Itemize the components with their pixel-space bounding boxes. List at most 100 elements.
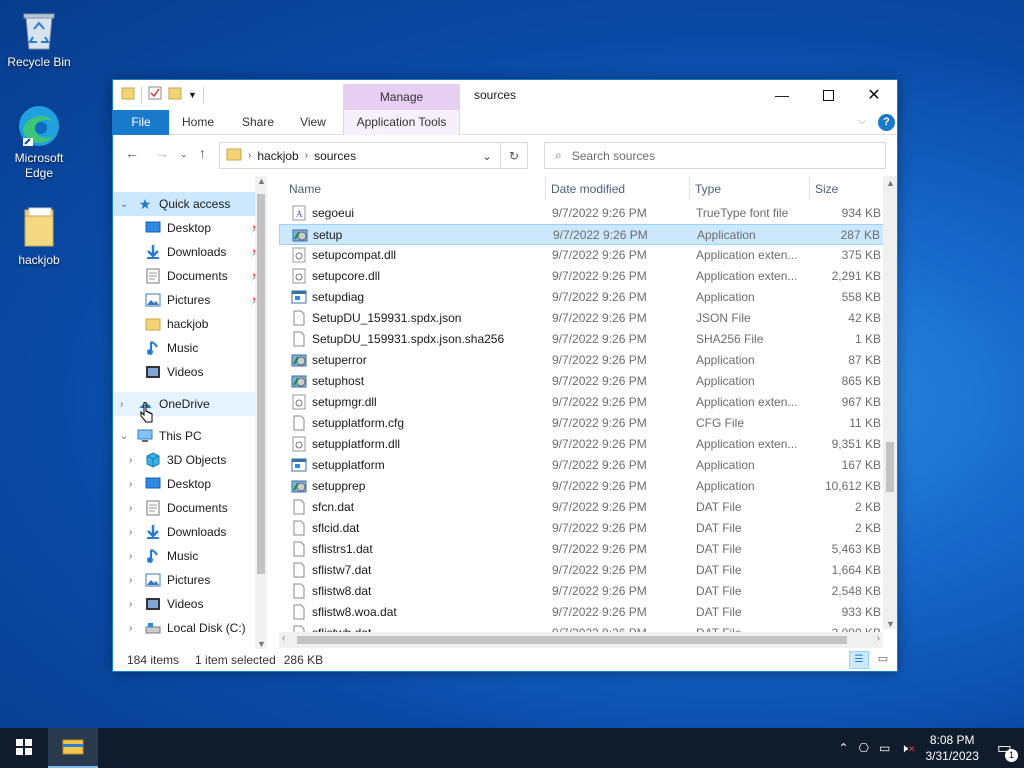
notifications-button[interactable]: ▭ 1 — [997, 738, 1018, 762]
minimize-button[interactable]: — — [759, 80, 805, 110]
start-button[interactable] — [0, 728, 48, 768]
column-separator[interactable] — [689, 176, 690, 200]
chevron-right-icon[interactable]: › — [129, 575, 132, 586]
nav-pc-item[interactable]: › Downloads — [113, 520, 267, 544]
file-row[interactable]: setupmgr.dll 9/7/2022 9:26 PM Applicatio… — [279, 392, 887, 413]
chevron-right-icon[interactable]: › — [129, 623, 132, 634]
file-row[interactable]: setupdiag 9/7/2022 9:26 PM Application 5… — [279, 287, 887, 308]
nav-quick-item[interactable]: Desktop📌 — [113, 216, 267, 240]
search-input[interactable]: ⌕ Search sources — [544, 142, 886, 169]
column-separator[interactable] — [545, 176, 546, 200]
show-hidden-icons-icon[interactable]: ⌃ — [838, 741, 848, 755]
scrollbar-thumb[interactable] — [297, 636, 847, 644]
desktop-icon-recycle-bin[interactable]: Recycle Bin — [4, 8, 74, 70]
file-row[interactable]: setuperror 9/7/2022 9:26 PM Application … — [279, 350, 887, 371]
scroll-up-icon[interactable]: ▲ — [886, 178, 895, 188]
file-list[interactable]: Name ⌃ Date modified Type Size A segoeui… — [279, 176, 897, 649]
nav-quick-access[interactable]: ⌄ ★ Quick access — [113, 192, 267, 216]
file-row[interactable]: setupcore.dll 9/7/2022 9:26 PM Applicati… — [279, 266, 887, 287]
nav-quick-item[interactable]: hackjob — [113, 312, 267, 336]
forward-button[interactable]: → — [155, 145, 169, 161]
file-row[interactable]: setupprep 9/7/2022 9:26 PM Application 1… — [279, 476, 887, 497]
file-row[interactable]: sflistrs1.dat 9/7/2022 9:26 PM DAT File … — [279, 539, 887, 560]
customize-qat-icon[interactable]: ▼ — [188, 90, 197, 100]
file-row[interactable]: sfcn.dat 9/7/2022 9:26 PM DAT File 2 KB — [279, 497, 887, 518]
file-row[interactable]: sflistw7.dat 9/7/2022 9:26 PM DAT File 1… — [279, 560, 887, 581]
breadcrumb-sources[interactable]: sources — [314, 149, 356, 163]
close-button[interactable]: ✕ — [851, 80, 897, 110]
file-row[interactable]: sflcid.dat 9/7/2022 9:26 PM DAT File 2 K… — [279, 518, 887, 539]
nav-pc-item[interactable]: › Music — [113, 544, 267, 568]
new-folder-icon[interactable] — [168, 86, 182, 103]
column-type[interactable]: Type — [695, 182, 721, 196]
properties-icon[interactable] — [148, 86, 162, 103]
desktop-icon-edge[interactable]: Microsoft Edge — [4, 104, 74, 181]
file-row[interactable]: A segoeui 9/7/2022 9:26 PM TrueType font… — [279, 203, 887, 224]
nav-quick-item[interactable]: Music — [113, 336, 267, 360]
nav-onedrive[interactable]: › ☁ OneDrive — [113, 392, 267, 416]
scroll-left-icon[interactable]: ‹ — [282, 633, 285, 644]
nav-quick-item[interactable]: Videos — [113, 360, 267, 384]
scroll-up-icon[interactable]: ▲ — [257, 176, 266, 186]
back-button[interactable]: ← — [125, 145, 139, 161]
nav-quick-item[interactable]: Downloads📌 — [113, 240, 267, 264]
nav-quick-item[interactable]: Documents📌 — [113, 264, 267, 288]
column-date-modified[interactable]: Date modified — [551, 182, 625, 196]
up-button[interactable]: ↑ — [199, 145, 206, 161]
nav-pc-item[interactable]: › Local Disk (C:) — [113, 616, 267, 640]
file-row[interactable]: sflistw8.woa.dat 9/7/2022 9:26 PM DAT Fi… — [279, 602, 887, 623]
tab-file[interactable]: File — [113, 110, 169, 135]
file-row[interactable]: setuphost 9/7/2022 9:26 PM Application 8… — [279, 371, 887, 392]
file-list-scrollbar[interactable]: ▲ ▼ — [883, 176, 897, 629]
refresh-button[interactable]: ↻ — [501, 142, 528, 169]
breadcrumb-separator[interactable]: › — [248, 150, 251, 161]
expand-ribbon-icon[interactable]: ⌵ — [858, 115, 866, 128]
column-separator[interactable] — [809, 176, 810, 200]
network-icon[interactable]: ▭ — [879, 741, 890, 755]
scrollbar-thumb[interactable] — [257, 194, 265, 574]
column-name[interactable]: Name — [289, 182, 321, 196]
nav-pc-item[interactable]: › Documents — [113, 496, 267, 520]
meet-now-icon[interactable]: ⎔ — [859, 741, 869, 755]
clock[interactable]: 8:08 PM 3/31/2023 — [925, 732, 978, 764]
scroll-right-icon[interactable]: › — [877, 633, 880, 644]
tab-view[interactable]: View — [291, 110, 335, 135]
chevron-down-icon[interactable]: ⌄ — [120, 199, 128, 210]
nav-pc-item[interactable]: › Videos — [113, 592, 267, 616]
file-row[interactable]: sflistw8.dat 9/7/2022 9:26 PM DAT File 2… — [279, 581, 887, 602]
chevron-right-icon[interactable]: › — [129, 479, 132, 490]
taskbar-file-explorer[interactable] — [48, 728, 98, 768]
file-row[interactable]: setup 9/7/2022 9:26 PM Application 287 K… — [279, 224, 887, 245]
tab-home[interactable]: Home — [175, 110, 221, 135]
chevron-right-icon[interactable]: › — [129, 527, 132, 538]
scrollbar-thumb[interactable] — [886, 442, 894, 492]
file-row[interactable]: SetupDU_159931.spdx.json.sha256 9/7/2022… — [279, 329, 887, 350]
file-row[interactable]: setupplatform.dll 9/7/2022 9:26 PM Appli… — [279, 434, 887, 455]
column-size[interactable]: Size — [815, 182, 838, 196]
large-icons-view-icon[interactable]: ▭ — [873, 651, 893, 669]
nav-quick-item[interactable]: Pictures📌 — [113, 288, 267, 312]
tab-application-tools[interactable]: Application Tools — [343, 110, 460, 135]
nav-pc-item[interactable]: › 3D Objects — [113, 448, 267, 472]
tab-share[interactable]: Share — [233, 110, 283, 135]
scroll-down-icon[interactable]: ▼ — [886, 619, 895, 629]
chevron-right-icon[interactable]: › — [129, 551, 132, 562]
file-row[interactable]: setupplatform.cfg 9/7/2022 9:26 PM CFG F… — [279, 413, 887, 434]
maximize-button[interactable] — [805, 80, 851, 110]
nav-this-pc[interactable]: ⌄ This PC — [113, 424, 267, 448]
nav-scrollbar[interactable]: ▲ ▼ — [255, 176, 267, 649]
chevron-right-icon[interactable]: › — [129, 599, 132, 610]
chevron-right-icon[interactable]: › — [129, 503, 132, 514]
help-icon[interactable]: ? — [878, 114, 895, 131]
desktop-icon-hackjob[interactable]: hackjob — [4, 206, 74, 268]
details-view-icon[interactable]: ☰ — [849, 651, 869, 669]
explorer-window[interactable]: ▼ Manage sources — ✕ File Home Share Vie… — [112, 79, 898, 672]
address-bar[interactable]: › hackjob › sources ⌄ — [219, 142, 501, 169]
address-dropdown-icon[interactable]: ⌄ — [482, 149, 492, 163]
recent-locations-button[interactable]: ⌄ — [180, 149, 188, 160]
nav-pc-item[interactable]: › Pictures — [113, 568, 267, 592]
volume-muted-icon[interactable]: 🕨✕ — [900, 741, 915, 756]
file-row[interactable]: setupcompat.dll 9/7/2022 9:26 PM Applica… — [279, 245, 887, 266]
chevron-right-icon[interactable]: › — [120, 399, 123, 410]
chevron-right-icon[interactable]: › — [129, 455, 132, 466]
